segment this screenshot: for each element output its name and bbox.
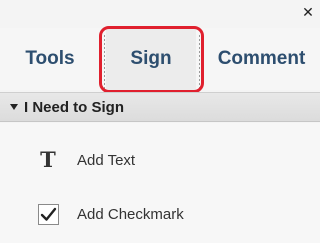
add-text-item[interactable]: T Add Text [0,140,320,180]
tab-tools[interactable]: Tools [0,28,100,90]
tab-divider [199,35,200,89]
close-icon[interactable]: ✕ [300,4,316,22]
tab-comment-label: Comment [217,48,306,69]
caret-down-icon [10,104,18,110]
text-t-icon: T [40,147,56,172]
section-panel: T Add Text Add Checkmark [0,123,320,243]
section-title: I Need to Sign [24,98,125,116]
add-text-label: Add Text [77,151,136,169]
add-checkmark-item[interactable]: Add Checkmark [0,194,320,234]
add-checkmark-label: Add Checkmark [77,205,184,223]
tab-sign[interactable]: Sign [106,28,196,90]
tab-sign-label: Sign [130,48,172,69]
checkmark-icon [38,203,59,225]
tab-bar: Tools Sign Comment [0,28,320,90]
tab-tools-label: Tools [25,48,75,69]
tab-divider [104,35,105,89]
tab-comment[interactable]: Comment [203,28,320,90]
panel-topbar: ✕ [0,0,320,28]
section-header-i-need-to-sign[interactable]: I Need to Sign [0,92,320,122]
